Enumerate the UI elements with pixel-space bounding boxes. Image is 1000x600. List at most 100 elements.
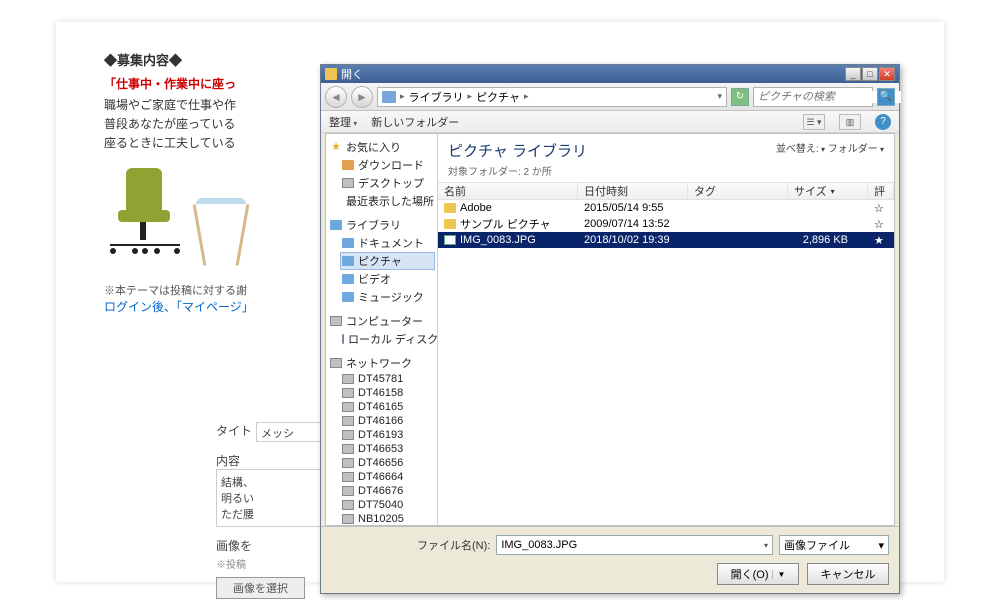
minimize-button[interactable]: _	[845, 67, 861, 81]
filter-dropdown-icon[interactable]: ▾	[878, 539, 884, 552]
filename-label: ファイル名(N):	[417, 537, 490, 553]
host-icon	[342, 500, 354, 510]
view-mode-button[interactable]: ☰ ▾	[803, 114, 825, 130]
drive-icon	[342, 334, 344, 344]
host-icon	[342, 416, 354, 426]
host-icon	[342, 374, 354, 384]
folder-row[interactable]: サンプル ピクチャ2009/07/14 13:52☆	[438, 216, 894, 232]
tree-item-network-host[interactable]: DT45781	[340, 372, 435, 386]
tree-item-drive-c[interactable]: ローカル ディスク (C:)	[340, 330, 435, 348]
search-button[interactable]: 🔍	[877, 88, 895, 106]
tree-item-network-host[interactable]: DT46664	[340, 470, 435, 484]
file-row[interactable]: IMG_0083.JPG2018/10/02 19:392,896 KB★	[438, 232, 894, 248]
app-icon	[325, 68, 337, 80]
folder-icon	[444, 219, 456, 229]
tree-item-network-host[interactable]: NB10205	[340, 512, 435, 525]
file-rows[interactable]: Adobe2015/05/14 9:55☆サンプル ピクチャ2009/07/14…	[438, 200, 894, 525]
host-icon	[342, 472, 354, 482]
title-label: タイト	[216, 422, 256, 442]
tree-item-network-host[interactable]: DT75040	[340, 498, 435, 512]
tree-item-recent[interactable]: 最近表示した場所	[340, 192, 435, 210]
breadcrumb[interactable]: ▸ ライブラリ ▸ ピクチャ ▸ ▾	[377, 87, 727, 107]
computer-node[interactable]: コンピューター	[328, 312, 435, 330]
command-toolbar: 整理 新しいフォルダー ☰ ▾ ▥ ?	[321, 111, 899, 133]
maximize-button[interactable]: □	[862, 67, 878, 81]
music-icon	[342, 292, 354, 302]
refresh-button[interactable]: ↻	[731, 88, 749, 106]
chair-illustration	[104, 168, 188, 258]
tree-item-network-host[interactable]: DT46165	[340, 400, 435, 414]
filename-input[interactable]	[501, 539, 764, 551]
tree-item-videos[interactable]: ビデオ	[340, 270, 435, 288]
tree-item-music[interactable]: ミュージック	[340, 288, 435, 306]
tree-item-network-host[interactable]: DT46653	[340, 442, 435, 456]
host-icon	[342, 430, 354, 440]
desktop-icon	[342, 178, 354, 188]
select-image-button[interactable]: 画像を選択	[216, 577, 305, 599]
file-list-pane: ピクチャ ライブラリ 対象フォルダー: 2 か所 並べ替え: フォルダー 名前 …	[438, 134, 894, 525]
image-file-icon	[444, 235, 456, 245]
host-icon	[342, 514, 354, 524]
filename-dropdown-icon[interactable]: ▾	[764, 541, 768, 550]
cancel-button[interactable]: キャンセル	[807, 563, 889, 585]
favorites-node[interactable]: ★お気に入り	[328, 138, 435, 156]
dialog-footer: ファイル名(N): ▾ 画像ファイル ▾ 開く(O)▼ キャンセル	[321, 526, 899, 593]
help-button[interactable]: ?	[875, 114, 891, 130]
col-size[interactable]: サイズ ▾	[788, 183, 868, 199]
libraries-icon	[330, 220, 342, 230]
breadcrumb-dropdown-icon[interactable]: ▾	[717, 91, 722, 102]
tree-item-network-host[interactable]: DT46158	[340, 386, 435, 400]
dialog-titlebar[interactable]: 開く _ □ ✕	[321, 65, 899, 83]
download-icon	[342, 160, 354, 170]
file-open-dialog: 開く _ □ ✕ ◄ ► ▸ ライブラリ ▸ ピクチャ ▸ ▾ ↻	[320, 64, 900, 594]
host-icon	[342, 458, 354, 468]
tree-item-network-host[interactable]: DT46656	[340, 456, 435, 470]
col-tag[interactable]: タグ	[688, 183, 788, 199]
tree-item-downloads[interactable]: ダウンロード	[340, 156, 435, 174]
new-folder-button[interactable]: 新しいフォルダー	[371, 114, 459, 130]
tree-item-documents[interactable]: ドキュメント	[340, 234, 435, 252]
tree-item-pictures[interactable]: ピクチャ	[340, 252, 435, 270]
forward-button[interactable]: ►	[351, 86, 373, 108]
pictures-icon	[342, 256, 354, 266]
navigation-tree[interactable]: ★お気に入り ダウンロード デスクトップ 最近表示した場所 ライブラリ ドキュメ…	[326, 134, 438, 525]
network-node[interactable]: ネットワーク	[328, 354, 435, 372]
nav-toolbar: ◄ ► ▸ ライブラリ ▸ ピクチャ ▸ ▾ ↻ 🔍	[321, 83, 899, 111]
close-button[interactable]: ✕	[879, 67, 895, 81]
column-headers[interactable]: 名前 日付時刻 タグ サイズ ▾ 評	[438, 182, 894, 200]
dialog-body: ★お気に入り ダウンロード デスクトップ 最近表示した場所 ライブラリ ドキュメ…	[325, 133, 895, 526]
network-icon	[330, 358, 342, 368]
folder-row[interactable]: Adobe2015/05/14 9:55☆	[438, 200, 894, 216]
image-label: 画像を	[216, 537, 256, 554]
libraries-node[interactable]: ライブラリ	[328, 216, 435, 234]
breadcrumb-current[interactable]: ピクチャ	[476, 89, 520, 105]
filetype-filter[interactable]: 画像ファイル ▾	[779, 535, 889, 555]
content-label: 内容	[216, 452, 256, 469]
host-icon	[342, 388, 354, 398]
col-rating[interactable]: 評	[868, 183, 894, 199]
folder-icon	[444, 203, 456, 213]
host-icon	[342, 486, 354, 496]
document-icon	[342, 238, 354, 248]
dialog-title: 開く	[341, 66, 845, 82]
host-icon	[342, 402, 354, 412]
breadcrumb-root[interactable]: ライブラリ	[409, 89, 464, 105]
col-date[interactable]: 日付時刻	[578, 183, 688, 199]
tree-item-network-host[interactable]: DT46166	[340, 414, 435, 428]
organize-menu[interactable]: 整理	[329, 114, 357, 130]
tree-item-network-host[interactable]: DT46676	[340, 484, 435, 498]
arrange-by[interactable]: 並べ替え: フォルダー	[776, 140, 884, 155]
filename-combo[interactable]: ▾	[496, 535, 773, 555]
tree-item-desktop[interactable]: デスクトップ	[340, 174, 435, 192]
search-box[interactable]	[753, 87, 873, 107]
open-button[interactable]: 開く(O)▼	[717, 563, 799, 585]
preview-pane-button[interactable]: ▥	[839, 114, 861, 130]
tree-item-network-host[interactable]: DT46193	[340, 428, 435, 442]
library-title: ピクチャ ライブラリ	[448, 140, 587, 161]
back-button[interactable]: ◄	[325, 86, 347, 108]
host-icon	[342, 444, 354, 454]
page-frame: ◆募集内容◆ 「仕事中・作業中に座っ 職場やご家庭で仕事や作 普段あなたが座って…	[56, 22, 944, 582]
video-icon	[342, 274, 354, 284]
col-name[interactable]: 名前	[438, 183, 578, 199]
library-icon	[382, 91, 396, 103]
